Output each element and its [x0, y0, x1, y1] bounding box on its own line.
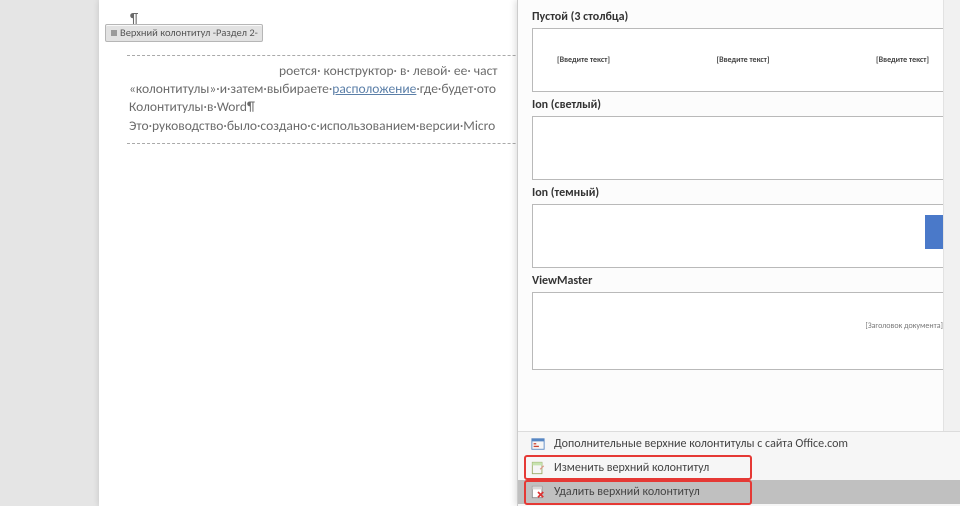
edit-header-icon — [530, 460, 546, 476]
menu-edit-header[interactable]: Изменить верхний колонтитул — [518, 456, 960, 480]
col-placeholder-2: [Введите текст] — [717, 55, 770, 65]
gallery-section-ion-dark: Ion (темный) — [532, 186, 960, 200]
gallery-item-ion-light[interactable] — [532, 116, 954, 180]
menu-delete-header[interactable]: Удалить верхний колонтитул — [518, 480, 960, 504]
badge-dot-icon — [110, 29, 118, 37]
link-location[interactable]: расположение — [332, 80, 416, 97]
body-line-2b: ·где·будет·ото — [416, 80, 496, 97]
body-line-1: роется· конструктор· в· левой· ее· част — [279, 62, 498, 79]
viewmaster-placeholder: [Заголовок документа] — [865, 321, 943, 331]
gallery-item-ion-dark[interactable] — [532, 204, 954, 268]
menu-edit-label: Изменить верхний колонтитул — [554, 461, 709, 475]
col-placeholder-3: [Введите текст] — [876, 55, 929, 65]
gallery-section-ion-light: Ion (светлый) — [532, 98, 960, 112]
header-gallery: Пустой (3 столбца) [Введите текст] [Введ… — [518, 0, 960, 432]
gallery-item-empty-3col[interactable]: [Введите текст] [Введите текст] [Введите… — [532, 28, 954, 92]
gallery-scrollbar[interactable] — [943, 0, 960, 432]
gallery-section-viewmaster: ViewMaster — [532, 274, 960, 288]
gallery-section-empty-3col: Пустой (3 столбца) — [532, 10, 960, 24]
header-gallery-dropdown: Пустой (3 столбца) [Введите текст] [Введ… — [517, 0, 960, 506]
menu-delete-label: Удалить верхний колонтитул — [554, 485, 700, 499]
menu-more-office[interactable]: Дополнительные верхние колонтитулы с сай… — [518, 432, 960, 456]
office-icon — [530, 436, 546, 452]
gallery-menu: Дополнительные верхние колонтитулы с сай… — [518, 431, 960, 506]
delete-header-icon — [530, 484, 546, 500]
body-line-2a: «колонтитулы»·и·затем·выбираете· — [129, 80, 332, 97]
header-section-badge[interactable]: Верхний колонтитул -Раздел 2- — [105, 24, 263, 42]
col-placeholder-1: [Введите текст] — [557, 55, 610, 65]
gallery-item-viewmaster[interactable]: [Заголовок документа] — [532, 292, 954, 370]
header-section-badge-label: Верхний колонтитул -Раздел 2- — [120, 26, 258, 39]
menu-more-label: Дополнительные верхние колонтитулы с сай… — [554, 437, 848, 451]
